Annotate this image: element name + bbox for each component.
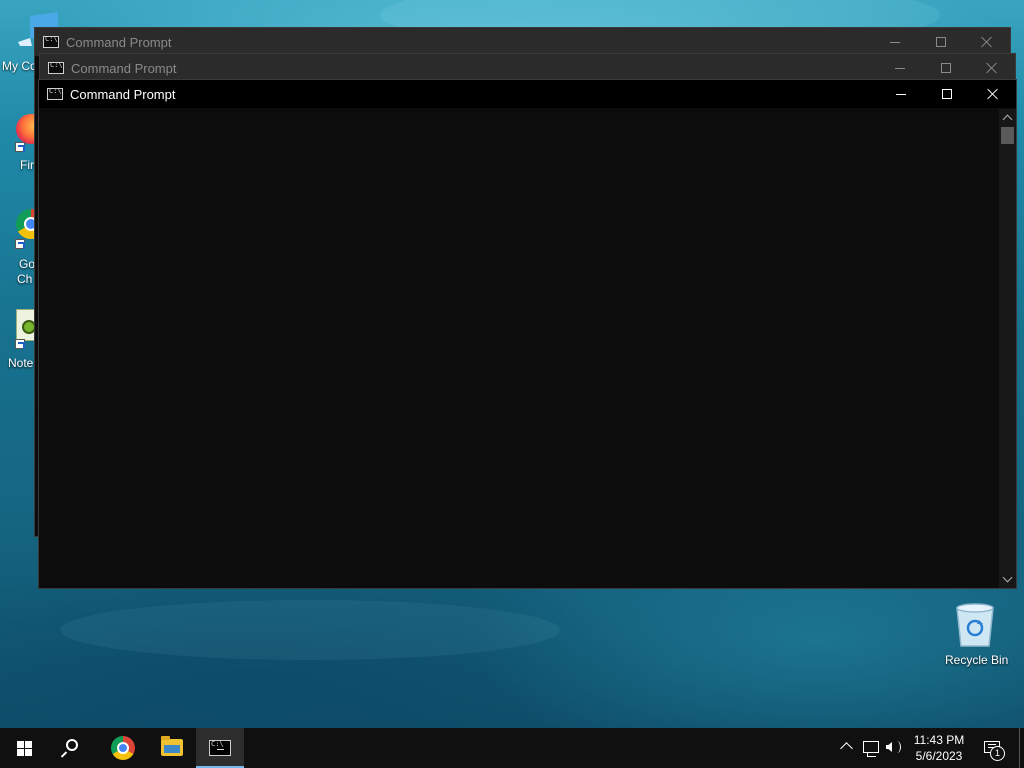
minimize-icon xyxy=(896,94,906,95)
minimize-button[interactable] xyxy=(872,28,918,56)
show-desktop-button[interactable] xyxy=(1019,728,1020,768)
system-clock[interactable]: 11:43 PM 5/6/2023 xyxy=(906,732,972,764)
scroll-up-button[interactable] xyxy=(999,109,1016,126)
volume-wave-icon xyxy=(893,741,901,753)
close-icon xyxy=(987,88,999,100)
scroll-down-button[interactable] xyxy=(999,571,1016,588)
maximize-button[interactable] xyxy=(923,54,969,82)
desktop-icon-label: Go xyxy=(19,257,36,271)
chrome-icon xyxy=(111,736,135,760)
close-button[interactable] xyxy=(969,54,1015,82)
close-button[interactable] xyxy=(970,80,1016,108)
minimize-button[interactable] xyxy=(877,54,923,82)
shortcut-arrow-icon xyxy=(15,339,25,349)
window-title: Command Prompt xyxy=(70,86,176,102)
command-prompt-window[interactable]: Command Prompt xyxy=(38,79,1017,589)
folder-icon xyxy=(161,736,183,756)
window-title: Command Prompt xyxy=(71,60,177,76)
search-button[interactable] xyxy=(48,728,96,768)
desktop-background: My Co Fir Go Ch Note Recycle Bin C:\ Com… xyxy=(0,0,1024,728)
volume-icon[interactable] xyxy=(886,742,892,752)
shortcut-arrow-icon xyxy=(15,239,25,249)
maximize-icon xyxy=(941,63,951,73)
minimize-button[interactable] xyxy=(878,80,924,108)
windows-logo-icon xyxy=(17,741,32,756)
window-title: Command Prompt xyxy=(66,34,172,50)
cmd-icon xyxy=(47,87,63,100)
maximize-button[interactable] xyxy=(918,28,964,56)
cmd-icon xyxy=(209,740,231,756)
scrollbar-thumb[interactable] xyxy=(1001,127,1014,144)
desktop-icon-label: Note xyxy=(8,356,34,370)
maximize-button[interactable] xyxy=(924,80,970,108)
maximize-icon xyxy=(942,89,952,99)
clock-date: 5/6/2023 xyxy=(915,749,963,763)
wallpaper-highlight xyxy=(60,600,560,660)
show-hidden-icons-chevron-icon[interactable] xyxy=(840,742,853,755)
desktop-icon-label: Ch xyxy=(17,272,33,286)
desktop-icon-label: Recycle Bin xyxy=(945,653,1009,667)
start-button[interactable] xyxy=(0,728,48,768)
vertical-scrollbar[interactable] xyxy=(999,109,1016,588)
network-icon[interactable] xyxy=(863,741,879,757)
taskbar-command-prompt[interactable] xyxy=(196,728,244,768)
console-output-area[interactable] xyxy=(39,109,999,588)
minimize-icon xyxy=(890,42,900,43)
desktop-icon-recycle-bin[interactable]: Recycle Bin xyxy=(940,600,1010,670)
search-icon xyxy=(66,739,78,751)
notification-count-badge: 1 xyxy=(990,746,1005,761)
taskbar-google-chrome[interactable] xyxy=(98,728,146,768)
window-titlebar[interactable]: Command Prompt xyxy=(40,54,1015,82)
close-icon xyxy=(981,36,993,48)
clock-time: 11:43 PM xyxy=(913,733,965,747)
cmd-icon xyxy=(43,35,59,48)
close-button[interactable] xyxy=(964,28,1010,56)
maximize-icon xyxy=(936,37,946,47)
close-icon xyxy=(986,62,998,74)
cmd-icon xyxy=(48,61,64,74)
taskbar-file-explorer[interactable] xyxy=(148,728,196,768)
window-titlebar[interactable]: Command Prompt xyxy=(35,28,1010,56)
shortcut-arrow-icon xyxy=(15,142,25,152)
window-titlebar[interactable]: Command Prompt xyxy=(39,80,1016,108)
desktop-icon-label: Fir xyxy=(20,158,34,172)
taskbar: 11:43 PM 5/6/2023 1 xyxy=(0,728,1024,768)
minimize-icon xyxy=(895,68,905,69)
desktop-icon-label: My Co xyxy=(2,59,37,73)
recycle-bin-icon xyxy=(955,602,995,648)
